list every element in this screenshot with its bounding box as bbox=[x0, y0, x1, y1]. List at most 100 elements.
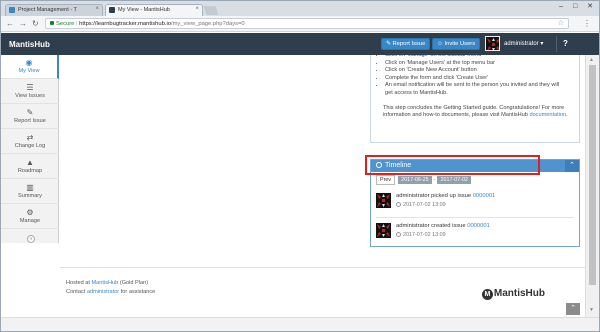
navbar-divider bbox=[556, 36, 557, 52]
new-tab-button[interactable] bbox=[203, 6, 219, 15]
mantishub-logo-icon: M bbox=[481, 289, 493, 300]
close-tab-icon[interactable]: × bbox=[195, 6, 199, 12]
issue-link[interactable]: 0000001 bbox=[467, 223, 490, 229]
tab-title: Project Management - T bbox=[18, 7, 77, 13]
favicon-icon bbox=[109, 7, 115, 13]
url-path: /my_view_page.php?days=0 bbox=[170, 21, 245, 27]
url-input[interactable]: Secure | https://learnbugtracker.mantish… bbox=[45, 18, 569, 29]
sidebar-item-label: My View bbox=[18, 68, 40, 74]
timeline-text: administrator created issue bbox=[396, 223, 466, 229]
list-item: An email notification will be sent to th… bbox=[385, 82, 565, 97]
scrollbar[interactable]: ▲ ▼ bbox=[585, 55, 599, 317]
mantishub-link[interactable]: MantisHub bbox=[92, 280, 119, 286]
sidebar-item-summary[interactable]: ▥ Summary bbox=[1, 180, 59, 204]
guide-period: . bbox=[566, 112, 568, 119]
date-to-badge: 2017-07-02 bbox=[437, 176, 472, 184]
mantishub-logo[interactable]: M MantisHub bbox=[481, 288, 545, 300]
issue-link[interactable]: 0000001 bbox=[473, 193, 496, 199]
sidebar-item-roadmap[interactable]: ▲ Roadmap bbox=[1, 155, 59, 179]
scroll-to-top-button[interactable]: ⌃ bbox=[566, 303, 580, 315]
bar-chart-icon: ▥ bbox=[26, 183, 34, 192]
documentation-link[interactable]: documentation bbox=[529, 112, 566, 118]
sidebar-item-label: Manage bbox=[19, 218, 41, 224]
timeline-entry: administrator picked up issue 0000001 20… bbox=[376, 192, 576, 214]
date-separator: - bbox=[433, 177, 436, 183]
gears-icon: ⚙ bbox=[26, 208, 34, 217]
clock-icon bbox=[396, 202, 401, 207]
prev-button[interactable]: Prev bbox=[376, 175, 396, 185]
edit-icon: ✎ bbox=[26, 108, 34, 117]
list-item: Click on 'Manage' on the sidebar menu bbox=[385, 52, 565, 60]
browser-window: Project Management - T × My View - Manti… bbox=[0, 0, 600, 332]
report-issue-label: Report Issue bbox=[392, 41, 426, 47]
chevron-up-icon[interactable]: ⌃ bbox=[565, 160, 579, 172]
hosted-prefix: Hosted at bbox=[66, 280, 90, 286]
back-arrow-icon[interactable]: ← bbox=[6, 19, 14, 28]
report-issue-button[interactable]: ✎ Report Issue bbox=[381, 38, 431, 50]
browser-tab-my-view[interactable]: My View - MantisHub × bbox=[105, 4, 203, 16]
avatar[interactable] bbox=[485, 36, 500, 51]
sidebar-item-view-issues[interactable]: ☰ View Issues bbox=[1, 80, 59, 104]
timeline-text: administrator picked up issue bbox=[396, 193, 472, 199]
sidebar-item-change-log[interactable]: ⇄ Change Log bbox=[1, 130, 59, 154]
contact-prefix: Contact bbox=[66, 289, 86, 295]
timeline-message: administrator picked up issue 0000001 bbox=[396, 193, 495, 199]
sidebar-item-label: Roadmap bbox=[17, 168, 43, 174]
contact-line: Contact administrator for assistance bbox=[66, 289, 155, 295]
scrollbar-thumb[interactable] bbox=[589, 65, 596, 285]
retweet-icon: ⇄ bbox=[26, 133, 34, 142]
guide-steps-list: Click on 'Manage' on the sidebar menu Cl… bbox=[385, 52, 565, 98]
sidebar-item-label: Change Log bbox=[14, 143, 46, 149]
divider bbox=[376, 217, 574, 218]
road-icon: ▲ bbox=[26, 158, 34, 167]
secure-label: Secure bbox=[56, 21, 75, 27]
sidebar-item-manage[interactable]: ⚙ Manage bbox=[1, 205, 59, 229]
scroll-up-arrow-icon[interactable]: ▲ bbox=[589, 57, 594, 63]
sidebar-item-my-view[interactable]: ◉ My View bbox=[1, 55, 59, 79]
date-from-badge: 2017-06-25 bbox=[398, 176, 432, 184]
url-host: https://learnbugtracker.mantishub.io bbox=[79, 21, 171, 27]
scroll-down-arrow-icon[interactable]: ▼ bbox=[589, 307, 594, 313]
list-item: Click on 'Create New Account' button bbox=[385, 67, 565, 75]
help-button[interactable]: ? bbox=[563, 39, 568, 48]
getting-started-panel: Click on 'Manage' on the sidebar menu Cl… bbox=[370, 52, 580, 143]
sidebar-collapse-toggle[interactable]: « bbox=[27, 235, 35, 243]
sidebar-item-label: View Issues bbox=[15, 93, 45, 99]
hosted-line: Hosted at MantisHub (Gold Plan) bbox=[66, 280, 148, 286]
list-item: Click on 'Manage Users' at the top menu … bbox=[385, 60, 565, 68]
lock-icon bbox=[50, 21, 54, 25]
contact-suffix: for assistance bbox=[120, 289, 156, 295]
timeline-timestamp: 2017-07-02 13:09 bbox=[396, 232, 446, 238]
browser-menu-icon[interactable]: ⋮ bbox=[583, 19, 591, 28]
user-menu[interactable]: administrator ▾ bbox=[504, 40, 543, 47]
timeline-message: administrator created issue 0000001 bbox=[396, 223, 490, 229]
list-icon: ☰ bbox=[26, 83, 34, 92]
bookmark-star-icon[interactable]: ☆ bbox=[558, 19, 564, 27]
browser-bottom-bar bbox=[1, 317, 599, 331]
hosted-plan: (Gold Plan) bbox=[119, 280, 149, 286]
brand-logo[interactable]: MantisHub bbox=[9, 40, 50, 49]
annotation-highlight-box bbox=[365, 155, 540, 175]
timeline-date-range: Prev 2017-06-25-2017-07-02 bbox=[376, 175, 472, 185]
user-plus-icon: ☺ bbox=[437, 41, 445, 47]
administrator-link[interactable]: administrator bbox=[87, 289, 119, 295]
sidebar-item-label: Report Issue bbox=[14, 118, 46, 124]
tab-title: My View - MantisHub bbox=[118, 7, 170, 13]
window-controls[interactable]: – □ ✕ bbox=[559, 2, 597, 10]
avatar bbox=[376, 193, 391, 208]
invite-users-button[interactable]: ☺ Invite Users bbox=[432, 38, 481, 50]
forward-arrow-icon[interactable]: → bbox=[19, 19, 27, 28]
timestamp-text: 2017-07-02 13:09 bbox=[403, 202, 446, 208]
timeline-timestamp: 2017-07-02 13:09 bbox=[396, 202, 446, 208]
page-footer: Hosted at MantisHub (Gold Plan) Contact … bbox=[60, 267, 585, 317]
avatar bbox=[376, 223, 391, 238]
close-tab-icon[interactable]: × bbox=[95, 6, 99, 12]
guide-conclusion: This step concludes the Getting Started … bbox=[383, 105, 573, 120]
main-content: Click on 'Manage' on the sidebar menu Cl… bbox=[60, 52, 585, 267]
reload-icon[interactable]: ↻ bbox=[32, 19, 39, 28]
invite-users-label: Invite Users bbox=[444, 41, 476, 47]
dashboard-icon: ◉ bbox=[25, 58, 33, 67]
sidebar-item-label: Summary bbox=[18, 193, 42, 199]
sidebar-item-report-issue[interactable]: ✎ Report Issue bbox=[1, 105, 59, 129]
browser-tab-project-management[interactable]: Project Management - T × bbox=[5, 4, 103, 16]
